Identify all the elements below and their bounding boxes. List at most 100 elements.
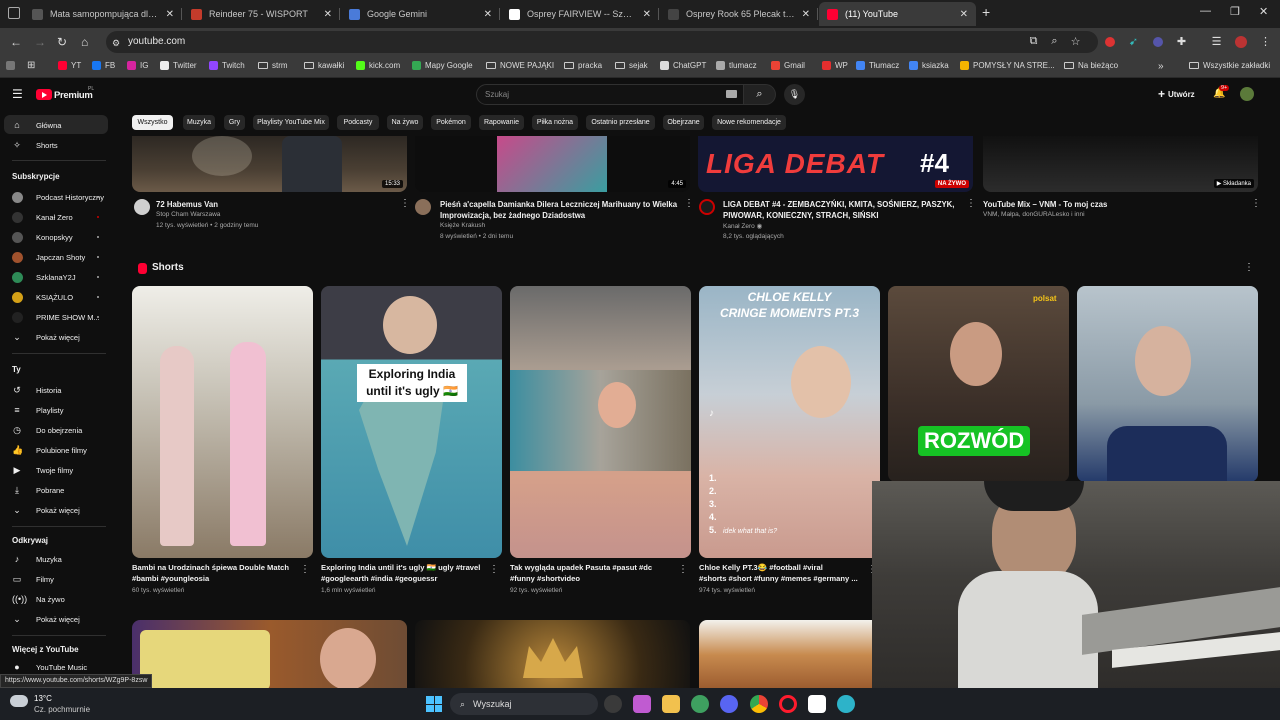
sidebar-item[interactable]: KSIĄŻULO — [12, 292, 73, 303]
channel-avatar[interactable] — [134, 199, 150, 215]
sidebar-item[interactable]: Japczan Shoty — [12, 252, 85, 263]
short-title[interactable]: Tak wygląda upadek Pasuta #pasut #dc #fun… — [510, 562, 678, 584]
extension-translate-icon[interactable]: ➹ — [1127, 35, 1140, 48]
channel-name[interactable]: VNM, Małpa, donGURALesko i inni — [983, 211, 1085, 218]
filter-chip[interactable]: Pokémon — [431, 115, 471, 130]
video-thumbnail[interactable]: 4:45 — [415, 136, 690, 192]
discord-icon[interactable] — [720, 695, 738, 713]
filter-chip[interactable]: Playlisty YouTube Mix — [253, 115, 329, 130]
filter-chip[interactable]: Obejrzane — [663, 115, 704, 130]
chrome-icon[interactable] — [750, 695, 768, 713]
short-menu-icon[interactable]: ⋮ — [489, 565, 499, 575]
sidebar-item[interactable]: PRIME SHOW M... — [12, 312, 100, 323]
windows-start-icon[interactable] — [426, 696, 442, 712]
channel-name[interactable]: Księże Krakush — [440, 222, 485, 229]
video-thumbnail[interactable]: 15:33 — [132, 136, 407, 192]
vpn-app-icon[interactable] — [691, 695, 709, 713]
reload-icon[interactable]: ↻ — [57, 35, 67, 49]
sidebar-item[interactable]: ⌂ Główna — [12, 120, 61, 130]
sidebar-item[interactable]: ◷ Do obejrzenia — [12, 425, 82, 435]
voice-search-button[interactable]: 🎙 — [784, 84, 805, 105]
sidebar-item[interactable]: ⌄ Pokaż więcej — [12, 614, 80, 624]
video-thumbnail[interactable]: ▶ Składanka — [983, 136, 1258, 192]
short-title[interactable]: Chloe Kelly PT.3😂 #football #viral #short… — [699, 562, 867, 584]
video-menu-icon[interactable]: ⋮ — [966, 199, 976, 209]
sidebar-item[interactable]: ↺ Historia — [12, 385, 61, 395]
browser-tab[interactable]: Osprey Rook 65 Plecak trekking ✕ — [660, 2, 818, 26]
video-title-line2[interactable]: PIWOWAR, KONIECZNY, STRACH, SIŃSKI — [723, 210, 879, 221]
short-thumbnail[interactable] — [699, 620, 880, 690]
video-thumbnail[interactable]: LIGA DEBAT #4 NA ŻYWO — [698, 136, 973, 192]
browser-menu-icon[interactable]: ⋮ — [1259, 35, 1272, 48]
extension-circle-icon[interactable] — [1151, 35, 1164, 48]
short-thumbnail[interactable] — [1077, 286, 1258, 482]
sidebar-item[interactable]: Konopskyy — [12, 232, 73, 243]
site-info-icon[interactable]: ⚙ — [112, 36, 120, 50]
sidebar-item[interactable]: ▭ Filmy — [12, 574, 54, 584]
bookmark-item[interactable]: ksiazka — [909, 61, 949, 70]
bookmark-item[interactable]: NOWE PAJĄKI — [486, 61, 554, 70]
weather-temp[interactable]: 13°C — [34, 694, 52, 703]
bookmark-item[interactable]: WP — [822, 61, 848, 70]
tab-close-icon[interactable]: ✕ — [643, 9, 651, 20]
filter-chip[interactable]: Podcasty — [337, 115, 379, 130]
filter-chip[interactable]: Ostatnio przesłane — [586, 115, 655, 130]
all-bookmarks[interactable]: Wszystkie zakładki — [1189, 61, 1270, 70]
extension-record-icon[interactable] — [1103, 35, 1116, 48]
tab-close-icon[interactable]: ✕ — [324, 9, 332, 20]
forward-icon[interactable]: → — [34, 35, 46, 49]
sidebar-item[interactable]: Kanał Zero — [12, 212, 73, 223]
new-tab-button[interactable]: + — [982, 4, 990, 20]
create-button[interactable]: + Utwórz — [1158, 88, 1195, 100]
channel-name[interactable]: Stop Cham Warszawa — [156, 211, 220, 218]
notion-app-icon[interactable] — [808, 695, 826, 713]
bookmark-item[interactable]: ChatGPT — [660, 61, 706, 70]
video-thumbnail[interactable] — [132, 620, 407, 690]
bookmark-item[interactable]: POMYSŁY NA STRE... — [960, 61, 1055, 70]
sidebar-section-header[interactable]: Odkrywaj — [12, 536, 48, 545]
obs-icon[interactable] — [604, 695, 622, 713]
account-avatar[interactable] — [1240, 87, 1254, 101]
maximize-icon[interactable]: ❐ — [1230, 5, 1240, 18]
apps-grid-icon[interactable]: ⊞ — [27, 60, 35, 71]
filter-chip[interactable]: Na żywo — [387, 115, 423, 130]
short-thumbnail[interactable] — [510, 286, 691, 558]
tab-close-icon[interactable]: ✕ — [960, 9, 968, 20]
bookmark-item[interactable]: kick.com — [356, 61, 400, 70]
bookmark-item[interactable]: pracka — [564, 61, 602, 70]
browser-tab[interactable]: Google Gemini ✕ — [341, 2, 500, 26]
video-menu-icon[interactable]: ⋮ — [1251, 199, 1261, 209]
filter-chip[interactable]: Wszystko — [132, 115, 173, 130]
zoom-icon[interactable]: ⌕ — [1048, 35, 1061, 48]
short-thumbnail[interactable]: Exploring India until it's ugly 🇮🇳 — [321, 286, 502, 558]
filter-chip[interactable]: Gry — [224, 115, 245, 130]
search-button[interactable]: ⌕ — [744, 84, 776, 105]
browser-tab[interactable]: Reindeer 75 - WISPORT ✕ — [183, 2, 340, 26]
video-menu-icon[interactable]: ⋮ — [684, 199, 694, 209]
bookmark-item[interactable]: Twitter — [160, 61, 197, 70]
extensions-puzzle-icon[interactable]: ✚ — [1175, 35, 1188, 48]
sidebar-section-header[interactable]: Więcej z YouTube — [12, 645, 79, 654]
video-title[interactable]: Pieśń a'capella Damianka Dilera Lecznicz… — [440, 199, 677, 210]
video-thumbnail[interactable] — [415, 620, 690, 690]
minimize-icon[interactable]: — — [1200, 5, 1211, 17]
globe-app-icon[interactable] — [837, 695, 855, 713]
bookmark-item[interactable]: tlumacz — [716, 61, 757, 70]
file-explorer-icon[interactable] — [662, 695, 680, 713]
video-title[interactable]: YouTube Mix – VNM - To moj czas — [983, 199, 1107, 210]
sidebar-item[interactable]: ⌄ Pokaż więcej — [12, 505, 80, 515]
bookmark-item[interactable]: strm — [258, 61, 288, 70]
tab-close-icon[interactable]: ✕ — [802, 9, 810, 20]
bookmark-item[interactable]: Gmail — [771, 61, 805, 70]
sidebar-item[interactable]: ⌄ Pokaż więcej — [12, 332, 80, 342]
youtube-premium-text[interactable]: Premium — [54, 90, 93, 101]
video-title[interactable]: LIGA DEBAT #4 - ZEMBACZYŃKI, KMITA, SOŚN… — [723, 199, 954, 210]
browser-tab[interactable]: Mata samopompująca dla back ✕ — [24, 2, 182, 26]
bookmarks-overflow-icon[interactable]: » — [1158, 61, 1164, 72]
search-input[interactable]: Szukaj — [476, 84, 744, 105]
bookmark-item[interactable]: YT — [58, 61, 81, 70]
bookmark-item[interactable]: Twitch — [209, 61, 245, 70]
browser-tab[interactable]: Osprey FAIRVIEW -- Szukaj w G ✕ — [501, 2, 659, 26]
weather-icon[interactable] — [10, 695, 28, 707]
bookmark-item[interactable]: kawałki — [304, 61, 344, 70]
